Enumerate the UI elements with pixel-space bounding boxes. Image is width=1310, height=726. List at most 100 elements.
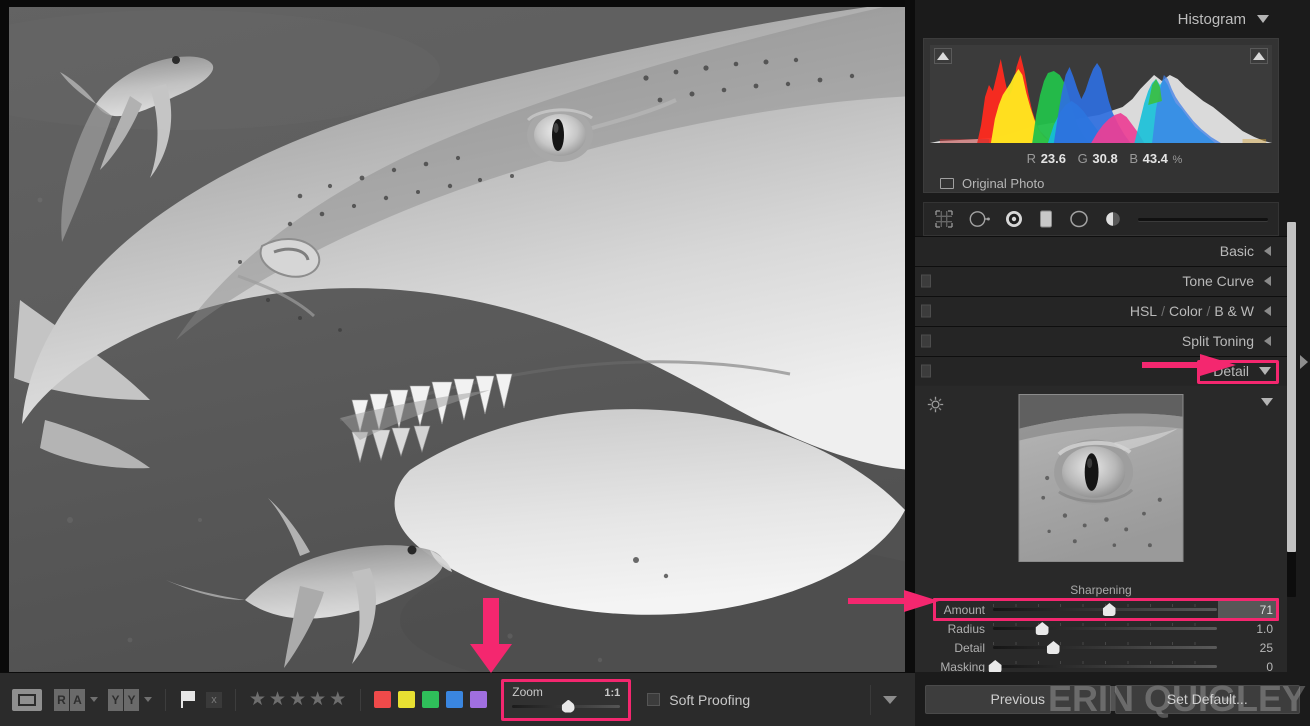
color-label-red[interactable] (374, 691, 391, 708)
chevron-left-icon[interactable] (1264, 276, 1271, 286)
shadow-clipping-indicator[interactable] (934, 48, 952, 64)
set-default-button[interactable]: Set Default... (1115, 685, 1301, 714)
panel-label-hsl[interactable]: HSL (1130, 303, 1157, 319)
spot-removal-tool[interactable] (968, 209, 990, 229)
survey-view-button[interactable]: Y Y (108, 689, 152, 711)
slider-label-masking: Masking (915, 660, 993, 673)
star-icon[interactable]: ★ (329, 690, 347, 709)
chevron-left-icon[interactable] (1264, 336, 1271, 346)
color-label-blue[interactable] (446, 691, 463, 708)
histogram-header[interactable]: Histogram (915, 0, 1287, 38)
rgb-b-value: 43.4 (1143, 151, 1168, 166)
brush-size-slider[interactable] (1138, 218, 1268, 221)
panel-scroll-container: Histogram (915, 0, 1287, 672)
graduated-filter-tool[interactable] (1038, 209, 1054, 229)
chevron-down-icon[interactable] (144, 697, 152, 702)
slider-track-amount[interactable] (993, 603, 1217, 616)
slider-label-detail: Detail (915, 641, 993, 655)
toolbar-divider (360, 689, 361, 711)
panel-label-sep: / (1206, 303, 1210, 319)
star-icon[interactable]: ★ (249, 690, 267, 709)
chevron-down-icon[interactable] (1259, 367, 1271, 375)
panel-scrollbar[interactable] (1287, 222, 1296, 597)
rgb-unit: % (1173, 154, 1183, 166)
chevron-down-icon[interactable] (90, 697, 98, 702)
panel-switch-detail[interactable] (921, 365, 931, 378)
panel-row-detail[interactable]: Detail (915, 356, 1287, 386)
panel-switch-hsl[interactable] (921, 305, 931, 318)
detail-preview-toggle-icon[interactable] (1261, 398, 1273, 406)
slider-detail[interactable]: Detail 25 (915, 638, 1287, 657)
zoom-slider-thumb[interactable] (562, 700, 575, 713)
panel-row-basic[interactable]: Basic (915, 236, 1287, 266)
target-crosshair-icon[interactable] (927, 396, 944, 413)
compare-label-a: R (54, 689, 69, 711)
chevron-down-icon[interactable] (883, 696, 897, 704)
panel-row-split-toning[interactable]: Split Toning (915, 326, 1287, 356)
image-border-left (0, 0, 9, 672)
slider-track-masking[interactable] (993, 660, 1217, 672)
chevron-left-icon[interactable] (1264, 306, 1271, 316)
slider-value-detail[interactable]: 25 (1217, 641, 1273, 655)
radial-filter-tool[interactable] (1068, 209, 1090, 229)
previous-button[interactable]: Previous (925, 685, 1111, 714)
panel-row-hsl-color-bw[interactable]: HSL/Color/B & W (915, 296, 1287, 326)
soft-proofing-group[interactable]: Soft Proofing (647, 692, 750, 708)
highlight-clipping-indicator[interactable] (1250, 48, 1268, 64)
compare-view-button[interactable]: R A (54, 689, 98, 711)
color-label-green[interactable] (422, 691, 439, 708)
image-preview-area[interactable] (0, 0, 915, 672)
slider-masking[interactable]: Masking 0 (915, 657, 1287, 672)
soft-proofing-label: Soft Proofing (669, 692, 750, 708)
panel-row-tone-curve[interactable]: Tone Curve (915, 266, 1287, 296)
slider-radius[interactable]: Radius 1.0 (915, 619, 1287, 638)
slider-track-detail[interactable] (993, 641, 1217, 654)
crop-overlay-tool[interactable] (934, 209, 954, 229)
flag-pick-icon[interactable] (181, 691, 197, 708)
flag-group: x (179, 691, 222, 708)
survey-label-b: Y (124, 689, 139, 711)
loupe-view-icon[interactable] (12, 689, 42, 711)
photo-canvas (0, 0, 915, 672)
develop-tool-strip (923, 202, 1279, 236)
panel-collapse-arrow-icon[interactable] (1300, 355, 1308, 369)
star-icon[interactable]: ★ (309, 690, 327, 709)
zoom-slider-widget[interactable]: Zoom 1:1 (501, 679, 631, 721)
image-border-right (905, 0, 915, 672)
panel-switch-tone-curve[interactable] (921, 275, 931, 288)
zoom-label: Zoom (512, 685, 543, 699)
rgb-g-value: 30.8 (1092, 151, 1117, 166)
lightroom-develop-window: R A Y Y x ★ ★ ★ ★ ★ (0, 0, 1310, 726)
histogram-plot[interactable] (930, 45, 1272, 143)
photo-rect-icon (940, 178, 954, 189)
view-mode-group (12, 689, 42, 711)
color-label-yellow[interactable] (398, 691, 415, 708)
adjustment-brush-tool[interactable] (1104, 209, 1122, 229)
color-label-group (374, 691, 487, 708)
detail-zoom-preview[interactable] (1019, 394, 1184, 562)
chevron-down-icon[interactable] (1257, 15, 1269, 23)
star-icon[interactable]: ★ (289, 690, 307, 709)
detail-preview-area (915, 386, 1287, 581)
slider-amount[interactable]: Amount 71 (915, 600, 1287, 619)
red-eye-correction-tool[interactable] (1004, 209, 1024, 229)
zoom-value: 1:1 (604, 687, 620, 699)
panel-label-bw[interactable]: B & W (1214, 303, 1254, 319)
panel-scrollbar-thumb[interactable] (1287, 222, 1296, 552)
chevron-left-icon[interactable] (1264, 246, 1271, 256)
panel-label-color[interactable]: Color (1169, 303, 1202, 319)
soft-proofing-checkbox[interactable] (647, 693, 660, 706)
zoom-slider-track[interactable] (512, 705, 620, 708)
slider-value-masking[interactable]: 0 (1217, 660, 1273, 673)
panel-switch-split-toning[interactable] (921, 335, 931, 348)
slider-track-radius[interactable] (993, 622, 1217, 635)
star-icon[interactable]: ★ (269, 690, 287, 709)
slider-label-amount: Amount (915, 603, 993, 617)
star-rating[interactable]: ★ ★ ★ ★ ★ (249, 690, 347, 709)
slider-value-amount[interactable]: 71 (1217, 603, 1273, 617)
original-photo-toggle[interactable]: Original Photo (930, 166, 1272, 191)
slider-value-radius[interactable]: 1.0 (1217, 622, 1273, 636)
color-label-purple[interactable] (470, 691, 487, 708)
rgb-g-label: G (1078, 151, 1088, 166)
flag-reject-icon[interactable]: x (206, 692, 222, 708)
